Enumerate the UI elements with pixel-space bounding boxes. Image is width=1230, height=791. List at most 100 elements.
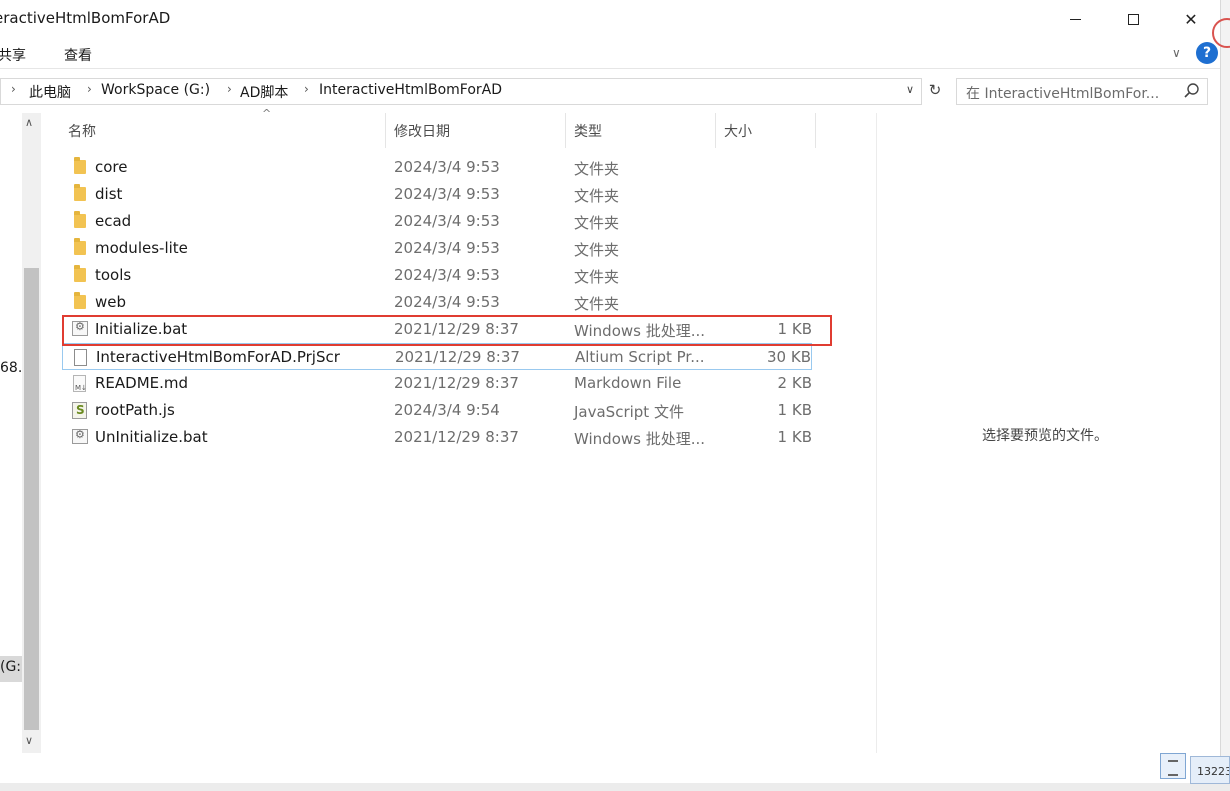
file-name: tools (95, 266, 132, 284)
file-type: 文件夹 (574, 268, 620, 286)
file-size: 1 KB (777, 428, 812, 446)
file-row[interactable]: ecad 2024/3/4 9:53 文件夹 (62, 208, 812, 235)
preview-message: 选择要预览的文件。 (982, 428, 1108, 444)
column-header-type[interactable]: 类型 (566, 113, 716, 148)
chevron-right-icon[interactable]: › (227, 82, 232, 96)
folder-icon (74, 265, 86, 282)
folder-icon (74, 184, 86, 201)
file-row[interactable]: rootPath.js 2024/3/4 9:54 JavaScript 文件 1 K… (62, 397, 812, 424)
file-date: 2021/12/29 8:37 (394, 374, 519, 392)
file-type: 文件夹 (574, 214, 620, 232)
scroll-down-icon[interactable]: ∨ (25, 734, 33, 747)
file-row[interactable]: web 2024/3/4 9:53 文件夹 (62, 289, 812, 316)
file-name: ecad (95, 212, 132, 230)
file-row[interactable]: tools 2024/3/4 9:53 文件夹 (62, 262, 812, 289)
file-type: JavaScript 文件 (574, 403, 684, 421)
background-taskbar-edge (0, 783, 1230, 791)
tab-share[interactable]: 共享 (0, 45, 26, 65)
js-file-icon (72, 402, 87, 419)
maximize-icon (1127, 13, 1139, 25)
explorer-window: eractiveHtmlBomForAD ✕ 共享 查看 ∨ ? › 此电脑 ›… (0, 0, 1220, 783)
file-type: 文件夹 (574, 241, 620, 259)
file-row[interactable]: dist 2024/3/4 9:53 文件夹 (62, 181, 812, 208)
file-date: 2024/3/4 9:53 (394, 185, 500, 203)
file-name: dist (95, 185, 123, 203)
file-date: 2024/3/4 9:53 (394, 239, 500, 257)
file-name: web (95, 293, 127, 311)
search-placeholder: 在 InteractiveHtmlBomFor... (966, 86, 1160, 102)
nav-item-fragment[interactable]: 68. (0, 360, 22, 376)
search-icon[interactable] (1183, 82, 1201, 100)
nav-scrollbar[interactable]: ∧ ∨ (22, 113, 41, 753)
file-type: Altium Script Pr... (575, 348, 705, 366)
file-row[interactable]: M↓ README.md 2021/12/29 8:37 Markdown File 2… (62, 370, 812, 397)
file-list: ^ 名称 修改日期 类型 大小 core 2024/3/4 9:53 文件夹 dist… (44, 107, 876, 753)
title-bar[interactable]: eractiveHtmlBomForAD ✕ (0, 0, 1220, 38)
help-icon[interactable]: ? (1196, 42, 1218, 64)
navigation-pane: 68. (G:) ∧ ∨ (0, 113, 44, 753)
nav-item-drive-g[interactable]: (G:) (0, 656, 27, 682)
background-tag: 132238 (1190, 756, 1230, 784)
file-name: modules-lite (95, 239, 188, 257)
file-type: 文件夹 (574, 295, 620, 313)
file-type: Markdown File (574, 374, 682, 392)
folder-icon (74, 211, 86, 228)
refresh-icon[interactable]: ↻ (925, 81, 945, 101)
status-bar (0, 753, 1220, 783)
file-row[interactable]: core 2024/3/4 9:53 文件夹 (62, 154, 812, 181)
file-date: 2024/3/4 9:53 (394, 158, 500, 176)
file-row[interactable]: InteractiveHtmlBomForAD.PrjScr 2021/12/29… (62, 343, 812, 370)
address-bar[interactable]: › 此电脑 › WorkSpace (G:) › AD脚本 › Interact… (0, 78, 922, 105)
chevron-right-icon[interactable]: › (87, 82, 92, 96)
markdown-file-icon: M↓ (73, 375, 87, 392)
file-type: 文件夹 (574, 160, 620, 178)
breadcrumb-current-folder[interactable]: InteractiveHtmlBomForAD (319, 82, 502, 98)
file-row[interactable]: UnInitialize.bat 2021/12/29 8:37 Windows 批… (62, 424, 812, 451)
tab-view[interactable]: 查看 (64, 45, 92, 65)
nav-strip: 68. (G:) (0, 113, 27, 753)
file-size: 1 KB (777, 401, 812, 419)
file-date: 2021/12/29 8:37 (395, 348, 520, 366)
file-date: 2024/3/4 9:53 (394, 266, 500, 284)
minimize-button[interactable] (1046, 0, 1104, 38)
column-header-size[interactable]: 大小 (716, 113, 816, 148)
chevron-right-icon[interactable]: › (304, 82, 309, 96)
folder-icon (74, 157, 86, 174)
close-icon: ✕ (1184, 9, 1198, 29)
file-size: 30 KB (767, 348, 811, 366)
scroll-thumb[interactable] (24, 268, 39, 730)
chevron-down-icon[interactable]: ∨ (1172, 46, 1181, 60)
file-date: 2024/3/4 9:53 (394, 293, 500, 311)
file-row[interactable]: modules-lite 2024/3/4 9:53 文件夹 (62, 235, 812, 262)
background-window-edge (1220, 0, 1230, 791)
preview-pane: 选择要预览的文件。 (876, 113, 1220, 753)
file-date: 2021/12/29 8:37 (394, 428, 519, 446)
chevron-right-icon[interactable]: › (11, 82, 16, 96)
column-header-date[interactable]: 修改日期 (386, 113, 566, 148)
address-dropdown-icon[interactable]: ∨ (906, 83, 914, 96)
file-date: 2024/3/4 9:54 (394, 401, 500, 419)
file-name: core (95, 158, 128, 176)
minimize-icon (1069, 18, 1081, 20)
breadcrumb-workspace[interactable]: WorkSpace (G:) (101, 82, 210, 98)
file-date: 2024/3/4 9:53 (394, 212, 500, 230)
search-input[interactable]: 在 InteractiveHtmlBomFor... (956, 78, 1208, 105)
address-row: › 此电脑 › WorkSpace (G:) › AD脚本 › Interact… (0, 69, 1220, 113)
file-name: rootPath.js (95, 401, 175, 419)
folder-icon (74, 292, 86, 309)
ribbon-tabs: 共享 查看 ∨ ? (0, 38, 1220, 69)
file-type: Windows 批处理... (574, 430, 706, 448)
details-view-button[interactable] (1160, 753, 1186, 779)
breadcrumb-ad-scripts[interactable]: AD脚本 (240, 82, 288, 102)
column-header-name[interactable]: 名称 (44, 113, 386, 148)
bat-file-icon (72, 428, 88, 444)
file-size: 2 KB (777, 374, 812, 392)
scroll-up-icon[interactable]: ∧ (25, 116, 33, 129)
folder-icon (74, 238, 86, 255)
document-icon (74, 349, 87, 366)
maximize-button[interactable] (1104, 0, 1162, 38)
window-title: eractiveHtmlBomForAD (0, 9, 171, 27)
breadcrumb-this-pc[interactable]: 此电脑 (29, 82, 71, 102)
file-name: README.md (95, 374, 189, 392)
file-name: InteractiveHtmlBomForAD.PrjScr (96, 348, 340, 366)
